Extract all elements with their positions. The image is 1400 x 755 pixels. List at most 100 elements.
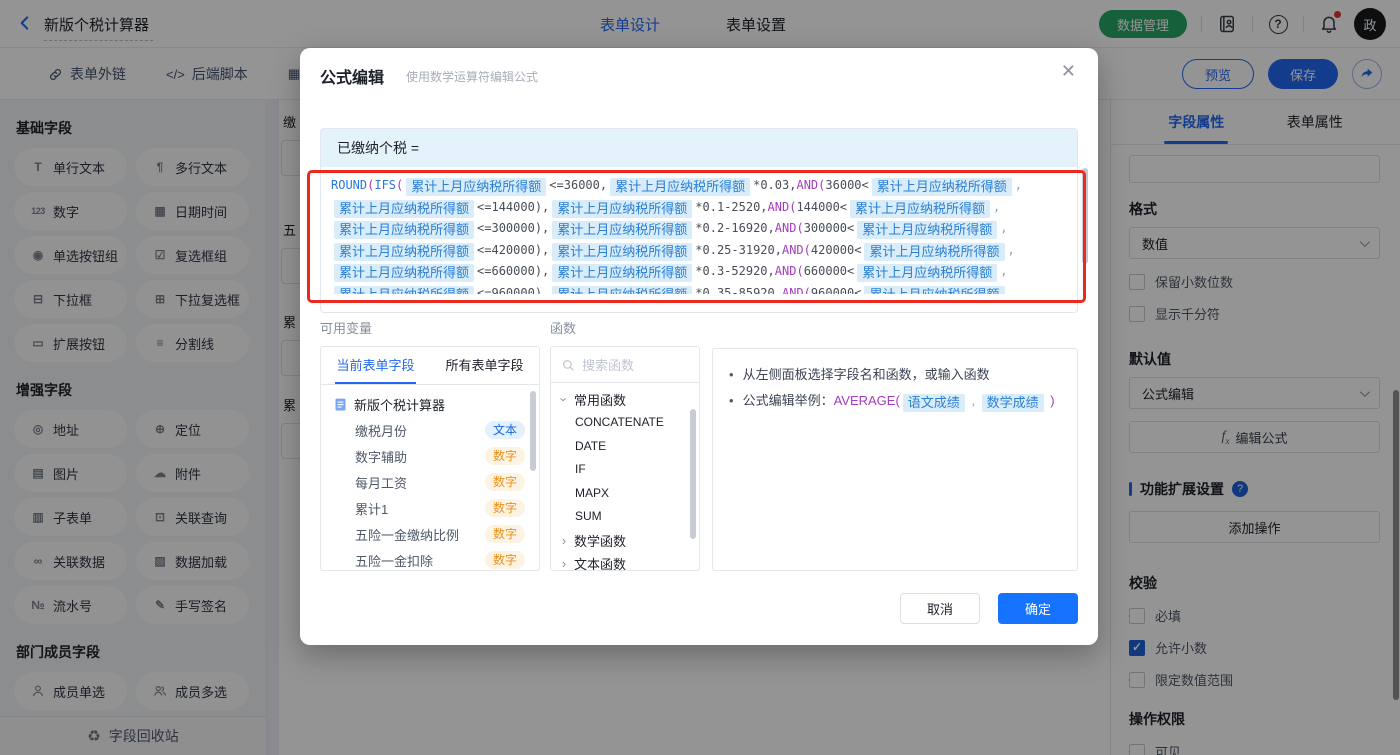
field-chip: 累计上月应纳税所得额: [871, 178, 1012, 196]
variable-field-name: 五险一金缴纳比例: [355, 527, 460, 543]
function-item[interactable]: CONCATENATE: [551, 411, 699, 435]
variable-field-name: 每月工资: [355, 475, 408, 491]
formula-token: (: [396, 178, 404, 192]
formula-token: (: [803, 285, 811, 295]
chevron-down-icon: ›: [556, 397, 572, 402]
variables-tree: 新版个税计算器 缴税月份 文本 数字辅助 数字 每月工资 数字 累计1 数字 五险一金缴纳比例 数字…: [321, 385, 539, 570]
formula-token: IFS: [374, 178, 397, 192]
formula-line: 累计上月应纳税所得额 <=300000), 累计上月应纳税所得额 *0.2-16920…: [331, 218, 1067, 240]
field-chip: 累计上月应纳税所得额: [857, 264, 998, 282]
formula-token: ,: [1007, 285, 1015, 295]
formula-lines: ROUND(IFS(累计上月应纳税所得额 <=36000, 累计上月应纳税所得额 *0…: [321, 167, 1077, 294]
field-chip: 累计上月应纳税所得额: [552, 285, 693, 294]
tab-all-form-fields[interactable]: 所有表单字段: [430, 347, 539, 384]
function-group-label: 文本函数: [574, 556, 627, 571]
help-line-2: • 公式编辑举例：AVERAGE(语文成绩 , 数学成绩 ): [729, 393, 1055, 412]
cancel-button[interactable]: 取消: [900, 593, 980, 624]
formula-token: <=300000),: [477, 221, 550, 235]
chevron-right-icon: ›: [561, 532, 567, 548]
field-chip: 累计上月应纳税所得额: [552, 242, 693, 261]
formula-token: ,: [1007, 242, 1015, 257]
formula-token: (: [796, 221, 804, 235]
variables-label: 可用变量: [320, 321, 373, 336]
formula-token: AND: [781, 242, 804, 257]
formula-token: 36000<: [825, 178, 869, 192]
function-search[interactable]: 搜索函数: [551, 347, 699, 383]
formula-token: 660000<: [803, 264, 855, 278]
functions-panel: 搜索函数 › 常用函数 CONCATENATE DATE IF MAPX SUM › 数学函数 ›…: [550, 346, 700, 571]
dialog-title: 公式编辑: [320, 70, 385, 87]
function-group[interactable]: › 数学函数: [551, 529, 699, 552]
formula-result-label: 已缴纳个税 =: [321, 129, 1077, 167]
formula-token: 144000<: [796, 199, 848, 214]
function-group-label: 常用函数: [574, 393, 627, 408]
field-chip: 数学成绩: [981, 394, 1044, 412]
formula-line: 累计上月应纳税所得额 <=144000), 累计上月应纳税所得额 *0.1-2520,…: [331, 197, 1067, 219]
field-chip: 累计上月应纳税所得额: [610, 178, 751, 196]
variable-field-row[interactable]: 数字辅助 数字: [321, 443, 539, 469]
formula-token: 420000<: [810, 242, 862, 257]
help-panel: • 从左侧面板选择字段名和函数，或输入函数 • 公式编辑举例：AVERAGE(语文成…: [712, 348, 1078, 571]
variable-field-row[interactable]: 每月工资 数字: [321, 469, 539, 495]
formula-token: AND: [774, 264, 797, 278]
formula-line: 累计上月应纳税所得额 <=420000), 累计上月应纳税所得额 *0.25-3192…: [331, 240, 1067, 262]
formula-token: AND: [796, 178, 819, 192]
formula-token: 960000<: [810, 285, 862, 295]
field-type-tag: 数字: [484, 499, 525, 517]
function-item[interactable]: IF: [551, 458, 699, 482]
formula-edit-dialog: 公式编辑 使用数学运算符编辑公式 ✕ 已缴纳个税 = ROUND(IFS(累计上…: [300, 48, 1098, 645]
formula-token: *0.35-85920,: [695, 285, 782, 295]
confirm-button[interactable]: 确定: [998, 593, 1078, 624]
variable-field-row[interactable]: 五险一金缴纳比例 数字: [321, 521, 539, 547]
formula-token: (: [796, 264, 804, 278]
variable-field-name: 五险一金扣除: [355, 553, 434, 569]
field-chip: 累计上月应纳税所得额: [552, 199, 693, 218]
formula-editor[interactable]: 已缴纳个税 = ROUND(IFS(累计上月应纳税所得额 <=36000, 累计上月…: [320, 128, 1078, 313]
variables-panel: 当前表单字段 所有表单字段 新版个税计算器 缴税月份 文本 数字辅助 数字 每月工资 数字 累计…: [320, 346, 540, 571]
formula-token: <=36000,: [549, 178, 608, 192]
function-group[interactable]: › 文本函数: [551, 552, 699, 571]
formula-token: ,: [1000, 221, 1008, 235]
formula-token: <=420000),: [477, 242, 550, 257]
search-icon: [561, 358, 575, 372]
functions-scrollbar-thumb[interactable]: [690, 409, 696, 539]
variables-root-node[interactable]: 新版个税计算器: [321, 391, 539, 417]
function-item[interactable]: DATE: [551, 435, 699, 459]
variable-field-row[interactable]: 五险一金扣除 数字: [321, 547, 539, 570]
field-chip: 语文成绩: [902, 394, 965, 412]
variable-field-name: 数字辅助: [355, 449, 408, 465]
function-item[interactable]: SUM: [551, 505, 699, 529]
formula-line: 累计上月应纳税所得额 <=660000), 累计上月应纳税所得额 *0.3-52920…: [331, 261, 1067, 283]
document-icon: [333, 397, 348, 412]
formula-token: ,: [1000, 264, 1008, 278]
formula-line: ROUND(IFS(累计上月应纳税所得额 <=36000, 累计上月应纳税所得额 *0…: [331, 175, 1067, 197]
function-group-label: 数学函数: [574, 533, 627, 549]
formula-line: 累计上月应纳税所得额 <=960000), 累计上月应纳税所得额 *0.35-8592…: [331, 283, 1067, 295]
formula-token: AND: [767, 199, 790, 214]
formula-token: AND: [781, 285, 804, 295]
field-chip: 累计上月应纳税所得额: [334, 264, 475, 282]
field-type-tag: 数字: [484, 525, 525, 543]
variables-root-label: 新版个税计算器: [354, 397, 446, 413]
formula-scrollbar-thumb[interactable]: [1082, 168, 1088, 264]
close-icon[interactable]: ✕: [1061, 62, 1076, 80]
field-chip: 累计上月应纳税所得额: [864, 242, 1005, 261]
field-chip: 累计上月应纳税所得额: [334, 285, 475, 294]
tab-current-form-fields[interactable]: 当前表单字段: [321, 347, 430, 384]
variable-field-row[interactable]: 缴税月份 文本: [321, 417, 539, 443]
formula-token: ,: [1014, 178, 1022, 192]
search-placeholder: 搜索函数: [582, 358, 635, 373]
variable-field-name: 缴税月份: [355, 423, 408, 439]
function-group[interactable]: › 常用函数: [551, 388, 699, 411]
variables-scrollbar-thumb[interactable]: [530, 391, 536, 471]
variable-field-row[interactable]: 累计1 数字: [321, 495, 539, 521]
formula-token: *0.3-52920,: [695, 264, 775, 278]
field-chip: 累计上月应纳税所得额: [406, 178, 547, 196]
formula-token: ,: [993, 199, 1001, 214]
field-chip: 累计上月应纳税所得额: [552, 264, 693, 282]
field-chip: 累计上月应纳税所得额: [864, 285, 1005, 294]
function-list: › 常用函数 CONCATENATE DATE IF MAPX SUM › 数学函数 › 文本函数: [551, 383, 699, 571]
function-item[interactable]: MAPX: [551, 482, 699, 506]
field-type-tag: 数字: [484, 551, 525, 569]
field-type-tag: 数字: [484, 447, 525, 465]
